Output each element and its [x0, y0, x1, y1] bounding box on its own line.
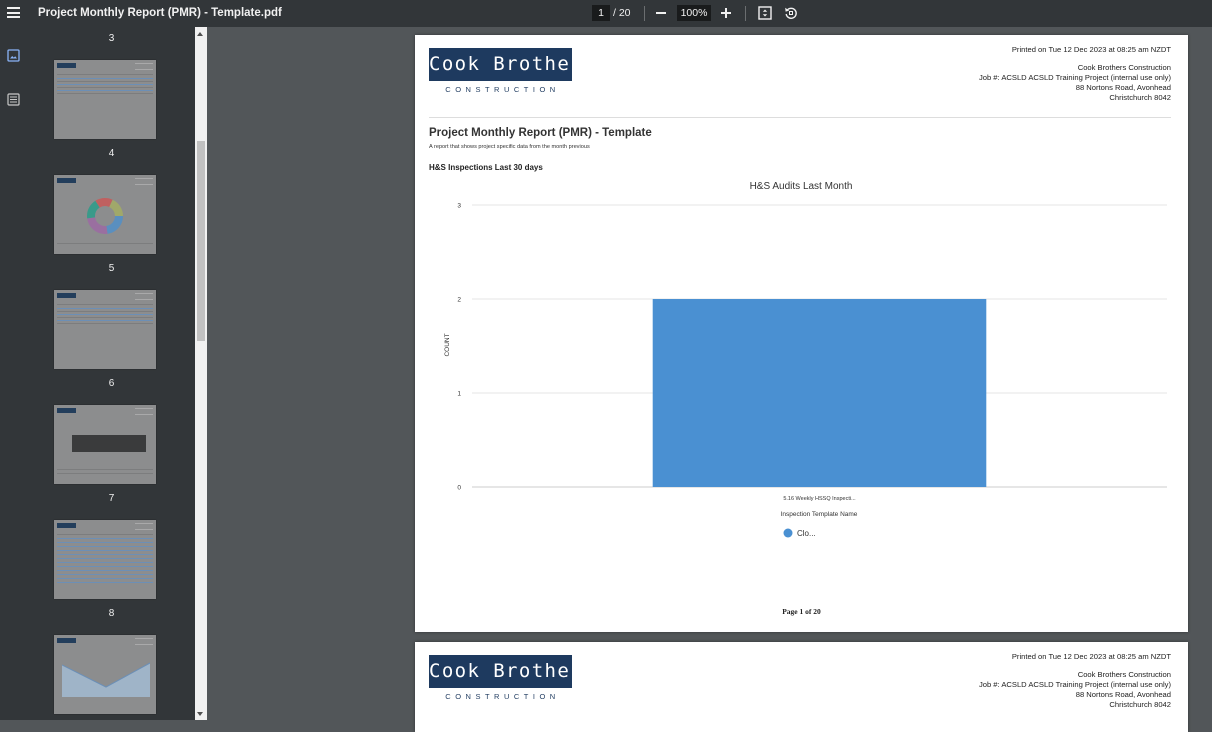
- scroll-down-arrow-icon[interactable]: [197, 712, 203, 716]
- menu-icon[interactable]: [7, 7, 20, 18]
- printed-timestamp: Printed on Tue 12 Dec 2023 at 08:25 am N…: [1011, 45, 1171, 54]
- thumbnail-view-icon[interactable]: [7, 49, 20, 62]
- page-footer: Page 1 of 20: [782, 607, 821, 616]
- thumbnail-sidebar: 3 4 5 6 7 8: [0, 27, 207, 720]
- chart-y-ticks: 0 1 2 3: [457, 203, 461, 492]
- address-line-1: 88 Nortons Road, Avonhead: [1075, 690, 1171, 699]
- pdf-page-2: Cook Brothers CONSTRUCTION Printed on Tu…: [415, 642, 1188, 732]
- thumbnail-label: 8: [108, 608, 115, 619]
- zoom-input[interactable]: 100%: [677, 5, 711, 21]
- page-thumbnail-7[interactable]: [54, 520, 156, 599]
- address-line-1: 88 Nortons Road, Avonhead: [1075, 83, 1171, 92]
- section-title: H&S Inspections Last 30 days: [429, 163, 543, 172]
- legend-label: Clo...: [797, 529, 816, 538]
- company-name: Cook Brothers Construction: [1077, 670, 1171, 679]
- page-thumbnail-3[interactable]: [54, 60, 156, 139]
- bar-chart: H&S Audits Last Month 0 1 2 3 5.16 Weekly H…: [444, 181, 1167, 538]
- fit-page-icon[interactable]: [758, 6, 772, 20]
- pdf-toolbar: Project Monthly Report (PMR) - Template.…: [0, 0, 1212, 27]
- thumbnail-label: 3: [108, 33, 115, 44]
- scroll-up-arrow-icon[interactable]: [197, 32, 203, 36]
- toolbar-divider: [745, 6, 746, 21]
- company-logo: Cook Brothers CONSTRUCTION: [429, 48, 595, 94]
- chart-x-ticks: 5.16 Weekly HSSQ Inspecti...: [783, 496, 856, 502]
- company-name: Cook Brothers Construction: [1077, 63, 1171, 72]
- sidebar-scroll-thumb[interactable]: [197, 141, 205, 341]
- report-title: Project Monthly Report (PMR) - Template: [429, 127, 652, 139]
- y-tick-label: 2: [457, 297, 461, 304]
- page-number-input[interactable]: 1: [592, 5, 610, 21]
- x-tick-label: 5.16 Weekly HSSQ Inspecti...: [783, 496, 856, 502]
- y-tick-label: 3: [457, 203, 461, 210]
- job-number: Job #: ACSLD ACSLD Training Project (int…: [978, 73, 1171, 82]
- thumbnail-label: 5: [108, 263, 115, 274]
- chart-legend: Clo...: [783, 528, 816, 538]
- page-header-info: Printed on Tue 12 Dec 2023 at 08:25 am N…: [979, 45, 1171, 103]
- y-tick-label: 0: [457, 485, 461, 492]
- thumbnail-label: 6: [108, 378, 115, 389]
- page-thumbnail-8[interactable]: [54, 635, 156, 714]
- thumbnail-list: 3 4 5 6 7 8: [28, 27, 195, 720]
- address-line-2: Christchurch 8042: [1109, 93, 1171, 102]
- toolbar-divider: [644, 6, 645, 21]
- page-thumbnail-5[interactable]: [54, 290, 156, 369]
- company-logo: Cook Brothers CONSTRUCTION: [429, 655, 595, 701]
- document-title: Project Monthly Report (PMR) - Template.…: [38, 7, 282, 19]
- page-thumbnail-4[interactable]: [54, 175, 156, 254]
- job-number: Job #: ACSLD ACSLD Training Project (int…: [978, 680, 1171, 689]
- chart-bars: [652, 299, 987, 487]
- x-axis-label: Inspection Template Name: [781, 511, 858, 518]
- header-divider: [429, 117, 1171, 118]
- report-description: A report that shows project specific dat…: [429, 144, 590, 150]
- zoom-out-button[interactable]: [655, 5, 667, 21]
- y-tick-label: 1: [457, 391, 461, 398]
- thumbnail-label: 4: [108, 148, 115, 159]
- page-total: / 20: [613, 7, 631, 19]
- y-axis-label: COUNT: [444, 333, 451, 356]
- page-thumbnail-6[interactable]: [54, 405, 156, 484]
- page-header-info: Printed on Tue 12 Dec 2023 at 08:25 am N…: [979, 652, 1171, 710]
- printed-timestamp: Printed on Tue 12 Dec 2023 at 08:25 am N…: [1011, 652, 1171, 661]
- zoom-in-button[interactable]: [720, 5, 732, 21]
- outline-view-icon[interactable]: [7, 93, 20, 106]
- sidebar-scrollbar[interactable]: [195, 27, 207, 720]
- thumbnail-label: 7: [108, 493, 115, 504]
- pdf-page-1: Cook Brothers CONSTRUCTION Printed on Tu…: [415, 35, 1188, 632]
- legend-marker: [783, 528, 793, 538]
- bar: [652, 299, 987, 487]
- address-line-2: Christchurch 8042: [1109, 700, 1171, 709]
- rotate-icon[interactable]: [784, 6, 798, 20]
- chart-title: H&S Audits Last Month: [750, 181, 853, 192]
